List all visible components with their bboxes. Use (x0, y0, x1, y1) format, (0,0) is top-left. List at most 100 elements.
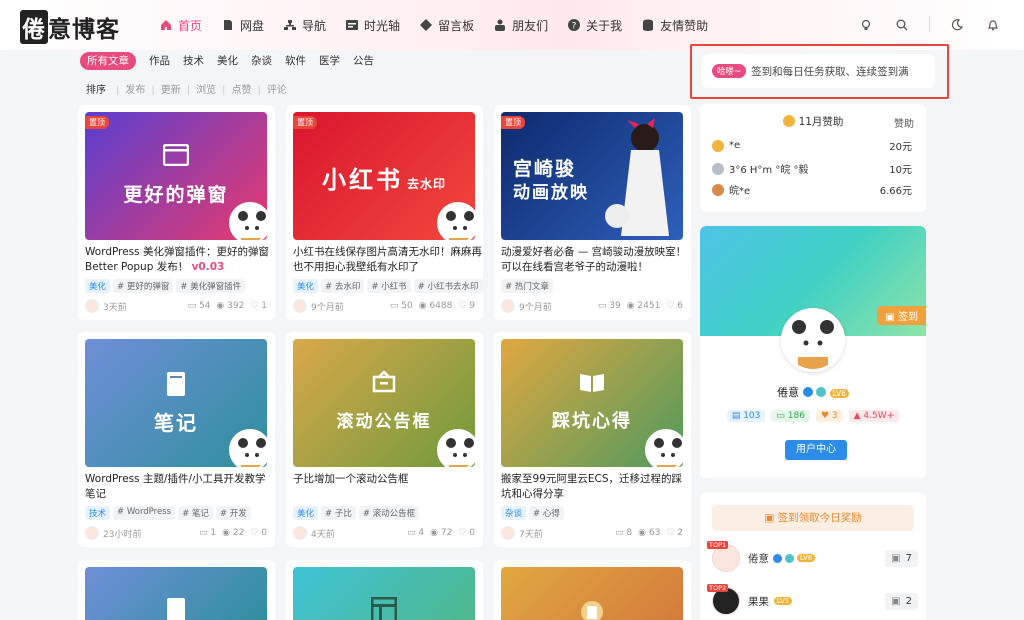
nav-guestbook[interactable]: 留言板 (420, 17, 474, 34)
sort-views[interactable]: 浏览 (187, 81, 216, 96)
post-tag[interactable]: # 子比 (321, 506, 356, 520)
post-tag[interactable]: # 去水印 (321, 279, 365, 293)
notice-badge: 哈喽~ (712, 64, 747, 78)
moon-icon[interactable] (948, 16, 966, 34)
rank-avatar[interactable]: TOP1 (707, 541, 740, 572)
post-card[interactable] (286, 560, 483, 620)
nav-friends[interactable]: 朋友们 (494, 17, 548, 34)
post-time: 23小时前 (103, 529, 142, 540)
category-tag[interactable]: 技术 (85, 506, 111, 520)
stat-posts[interactable]: ▤ 103 (726, 410, 766, 422)
checkin-banner-label: 签到领取今日奖励 (777, 512, 862, 524)
category-tag[interactable]: 美化 (85, 279, 111, 293)
tab-works[interactable]: 作品 (149, 52, 170, 70)
nav-drive[interactable]: 网盘 (222, 17, 264, 34)
bell-icon[interactable] (984, 16, 1002, 34)
post-card[interactable]: 笔记 WordPress 主题/插件/小工具开发教学笔记 技术 # WordPr… (78, 332, 275, 547)
post-title[interactable]: WordPress 主题/插件/小工具开发教学笔记 (85, 472, 275, 502)
post-card[interactable]: 踩坑心得 搬家至99元阿里云ECS，迁移过程的踩坑和心得分享 杂谈 # 心得 7… (494, 332, 691, 547)
author-avatar-small[interactable] (293, 299, 307, 313)
author-avatar-small[interactable] (501, 299, 515, 313)
post-tag[interactable]: # WordPress (113, 506, 176, 520)
post-thumbnail[interactable] (85, 567, 267, 620)
post-title[interactable]: 小红书在线保存图片高清无水印！麻麻再也不用担心我壁纸有水印了 (293, 245, 483, 275)
tab-announcement[interactable]: 公告 (353, 52, 374, 70)
post-thumbnail[interactable]: 置顶 更好的弹窗 (85, 112, 267, 240)
post-tag[interactable]: # 更好的弹窗 (113, 279, 174, 293)
post-thumbnail[interactable]: 置顶 小红书 去水印 (293, 112, 475, 240)
nav-timeline[interactable]: 时光轴 (346, 17, 400, 34)
logo-char: 客 (96, 16, 120, 43)
post-tag[interactable]: # 小红书 (367, 279, 411, 293)
tab-misc[interactable]: 杂谈 (251, 52, 272, 70)
author-avatar (229, 429, 267, 467)
post-card[interactable]: 置顶 更好的弹窗 WordPress 美化弹窗插件：更好的弹窗 Better P… (78, 105, 275, 320)
notice-highlight-box: 哈喽~ 签到和每日任务获取、连续签到满 (690, 44, 949, 99)
checkin-banner[interactable]: ▣ 签到领取今日奖励 (712, 505, 914, 531)
nav-label: 友情赞助 (660, 18, 709, 33)
post-title[interactable]: 搬家至99元阿里云ECS，迁移过程的踩坑和心得分享 (501, 472, 691, 502)
post-thumbnail[interactable] (293, 567, 475, 620)
post-title[interactable]: WordPress 美化弹窗插件：更好的弹窗 Better Popup 发布！ … (85, 245, 275, 275)
author-avatar-small[interactable] (85, 299, 99, 313)
donation-link[interactable]: 赞助 (894, 115, 914, 130)
post-thumbnail[interactable]: 笔记 (85, 339, 267, 467)
user-center-button[interactable]: 用户中心 (785, 440, 847, 460)
author-avatar-small[interactable] (85, 526, 99, 540)
post-tag[interactable]: # 笔记 (178, 506, 213, 520)
post-card[interactable] (494, 560, 691, 620)
rank-name[interactable]: 果果 (748, 594, 769, 609)
stat-comments[interactable]: ▭ 186 (771, 410, 810, 422)
post-tag[interactable]: # 滚动公告框 (358, 506, 420, 520)
tab-medicine[interactable]: 医学 (319, 52, 340, 70)
post-card[interactable]: 滚动公告框 子比增加一个滚动公告框 美化 # 子比 # 滚动公告框 4天前 ▭ … (286, 332, 483, 547)
sort-publish[interactable]: 发布 (116, 81, 145, 96)
post-card[interactable] (78, 560, 275, 620)
post-card[interactable]: 置顶 小红书 去水印 小红书在线保存图片高清无水印！麻麻再也不用担心我壁纸有水印了… (286, 105, 483, 320)
profile-avatar[interactable] (781, 308, 845, 372)
post-meta: 9个月前 ▭ 39 ◉ 2451 ♡ 6 (501, 299, 683, 313)
nav-home[interactable]: 首页 (160, 17, 202, 34)
author-avatar-small[interactable] (293, 526, 307, 540)
post-tag[interactable]: # 开发 (215, 506, 251, 520)
nav-about[interactable]: ? 关于我 (568, 17, 622, 34)
nav-directory[interactable]: 导航 (284, 17, 326, 34)
stat-views[interactable]: ▲ 4.5W+ (848, 410, 900, 422)
post-thumbnail[interactable] (501, 567, 683, 620)
author-avatar-small[interactable] (501, 526, 515, 540)
stat-likes[interactable]: ♥ 3 (815, 410, 843, 422)
site-logo[interactable]: 倦意博客 (20, 10, 120, 44)
like-count: ♡ 1 (250, 301, 267, 311)
thumbnail-title: 更好的弹窗 (123, 184, 229, 206)
post-title[interactable]: 动漫爱好者必备 — 宫崎骏动漫放映室！可以在线看宫老爷子的动漫啦！ (501, 245, 691, 275)
rank-name[interactable]: 倦意 (748, 551, 769, 566)
post-tag[interactable]: # 热门文章 (501, 279, 553, 293)
document-icon (581, 601, 603, 620)
notice-bar[interactable]: 哈喽~ 签到和每日任务获取、连续签到满 (702, 54, 935, 88)
bulb-icon[interactable] (857, 16, 875, 34)
tab-tech[interactable]: 技术 (183, 52, 204, 70)
sort-update[interactable]: 更新 (151, 81, 181, 96)
category-tag[interactable]: 美化 (293, 279, 319, 293)
post-tag[interactable]: # 美化弹窗插件 (176, 279, 246, 293)
post-tag[interactable]: # 小红书去水印 (413, 279, 483, 293)
sort-comments[interactable]: 评论 (258, 81, 287, 96)
category-tag[interactable]: 美化 (293, 506, 319, 520)
sort-likes[interactable]: 点赞 (222, 81, 252, 96)
post-title[interactable]: 子比增加一个滚动公告框 (293, 472, 483, 487)
post-thumbnail[interactable]: 置顶 宫崎骏 动画放映 (501, 112, 683, 240)
category-tag[interactable]: 杂谈 (501, 506, 527, 520)
profile-name[interactable]: 倦意 (777, 386, 799, 399)
post-card[interactable]: 置顶 宫崎骏 动画放映 动漫爱好者必备 — 宫崎骏动漫放映室！可以在线看宫老爷子… (494, 105, 691, 320)
tab-all[interactable]: 所有文章 (80, 52, 136, 70)
post-thumbnail[interactable]: 滚动公告框 (293, 339, 475, 467)
post-thumbnail[interactable]: 踩坑心得 (501, 339, 683, 467)
rank-avatar[interactable]: TOP2 (707, 584, 740, 615)
post-tag[interactable]: # 心得 (529, 506, 564, 520)
search-icon[interactable] (893, 16, 911, 34)
signin-button[interactable]: ▣ 签到 (877, 306, 926, 325)
nav-sponsor[interactable]: 友情赞助 (642, 17, 708, 34)
tab-beautify[interactable]: 美化 (217, 52, 238, 70)
tab-software[interactable]: 软件 (285, 52, 306, 70)
donation-row: 3°6 H°m °皖 °毅 10元 (712, 161, 912, 176)
